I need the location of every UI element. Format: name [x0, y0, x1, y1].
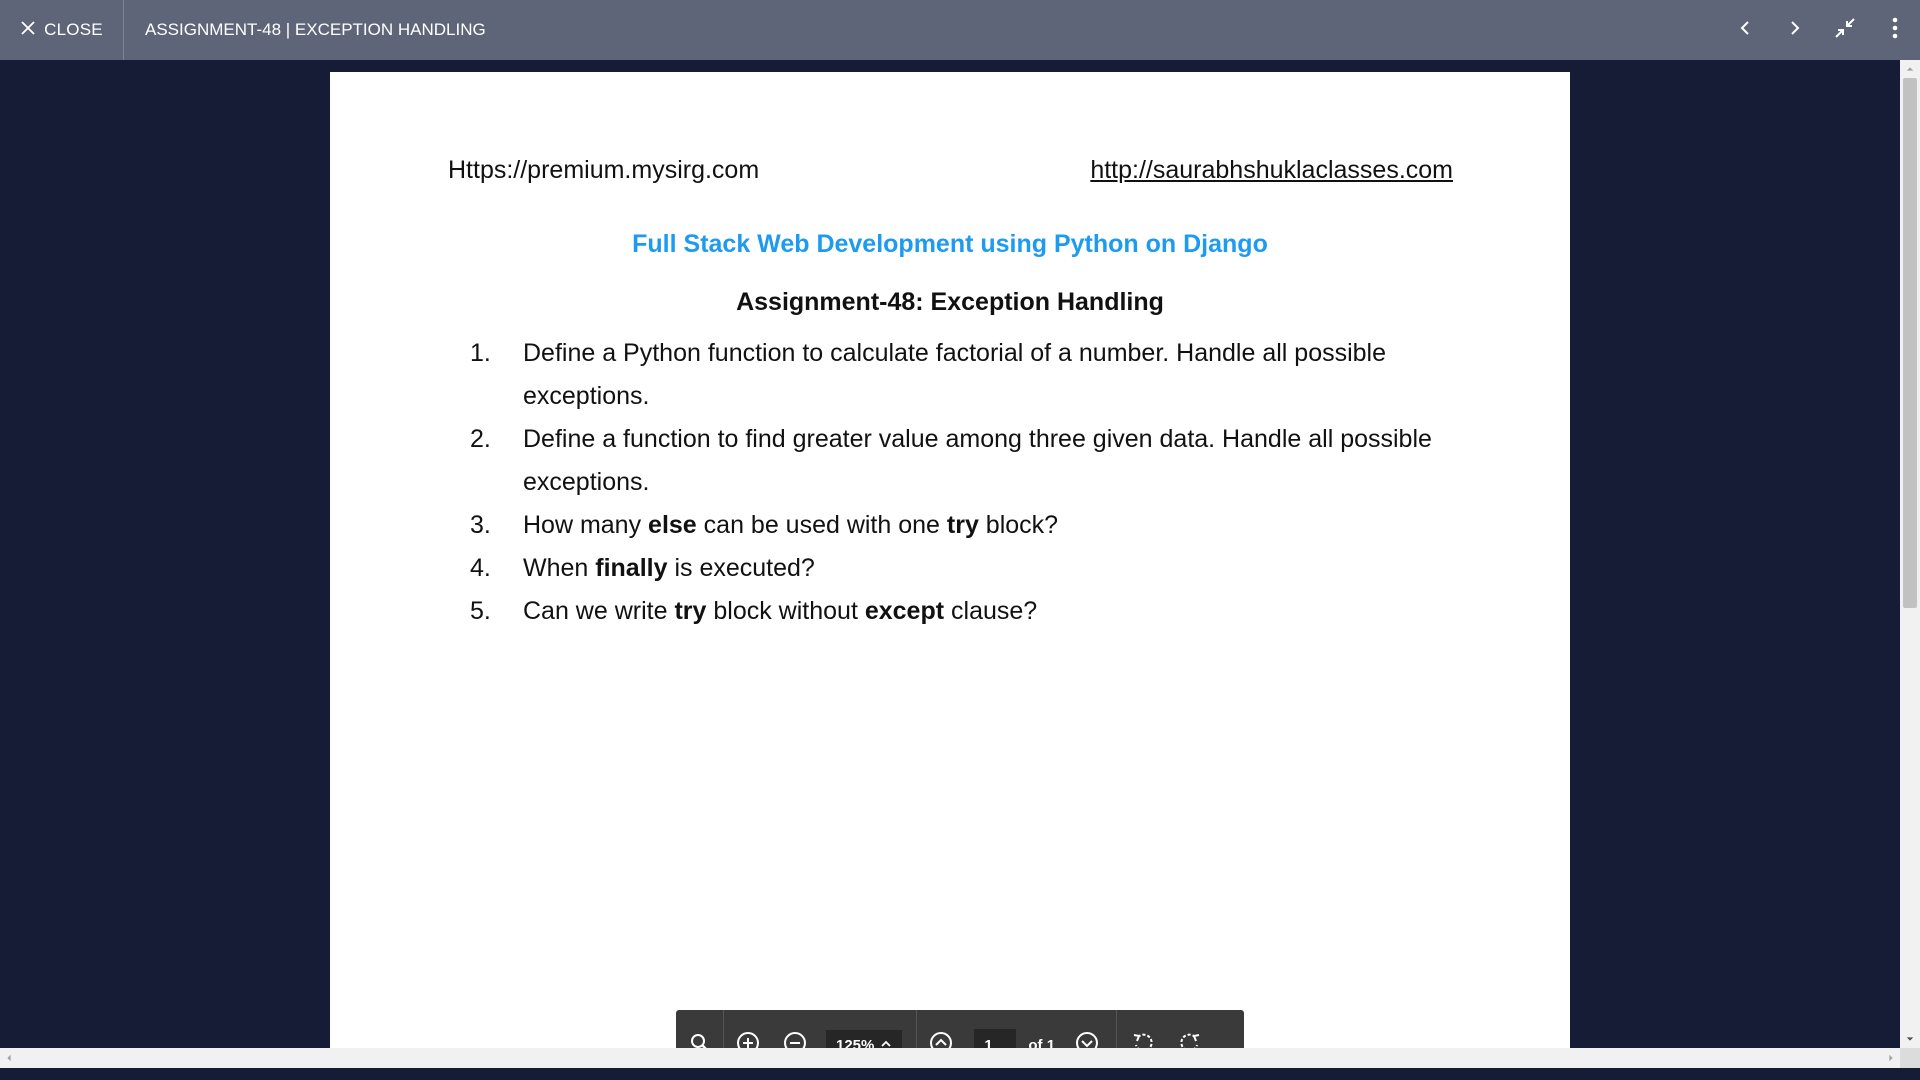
more-options-button[interactable]: [1870, 0, 1920, 60]
question-list: 1. Define a Python function to calculate …: [448, 332, 1458, 633]
question-number: 2.: [470, 425, 491, 453]
question-item: 5. Can we write try block without except …: [448, 590, 1458, 633]
page-total-label: of 1: [1028, 1036, 1056, 1049]
question-item: 3. How many else can be used with one try…: [448, 504, 1458, 547]
question-item: 2. Define a function to find greater valu…: [448, 418, 1458, 504]
question-number: 3.: [470, 511, 491, 539]
question-number: 5.: [470, 597, 491, 625]
chevron-up-icon: [880, 1037, 892, 1049]
question-text: Can we write: [523, 597, 675, 625]
more-vertical-icon: [1884, 17, 1906, 44]
document-title: ASSIGNMENT-48 | EXCEPTION HANDLING: [145, 20, 486, 39]
scrollbar-corner: [1900, 1048, 1920, 1068]
previous-button[interactable]: [1720, 0, 1770, 60]
rotate-clockwise-button[interactable]: [1166, 1010, 1213, 1048]
top-actions: [1720, 0, 1920, 60]
scroll-right-arrow-icon[interactable]: [1882, 1048, 1900, 1068]
zoom-in-button[interactable]: [724, 1010, 771, 1048]
scroll-down-arrow-icon[interactable]: [1900, 1030, 1920, 1048]
top-bar: CLOSE ASSIGNMENT-48 | EXCEPTION HANDLING: [0, 0, 1920, 60]
vertical-scroll-thumb[interactable]: [1903, 78, 1917, 608]
header-left-url: Https://premium.mysirg.com: [448, 156, 760, 184]
minimize-icon: [1834, 17, 1856, 44]
chevron-right-icon: [1784, 17, 1806, 44]
question-text: When: [523, 554, 596, 582]
assignment-title: Assignment-48: Exception Handling: [736, 288, 1164, 316]
question-text: can be used with one: [696, 511, 947, 539]
search-button[interactable]: [676, 1010, 723, 1048]
question-keyword: try: [674, 597, 707, 625]
question-item: 1. Define a Python function to calculate …: [448, 332, 1458, 418]
vertical-scrollbar[interactable]: [1900, 60, 1920, 1048]
page-number-input[interactable]: [974, 1029, 1017, 1048]
arrow-up-circle-icon: [929, 1031, 953, 1048]
search-icon: [688, 1031, 712, 1048]
exit-fullscreen-button[interactable]: [1820, 0, 1870, 60]
question-text: How many: [523, 511, 649, 539]
question-keyword: else: [648, 511, 697, 539]
header-right-link[interactable]: http://saurabhshuklaclasses.com: [1090, 156, 1453, 185]
bottom-strip: [0, 1068, 1920, 1080]
horizontal-scrollbar[interactable]: [0, 1048, 1900, 1068]
question-keyword: except: [864, 597, 945, 625]
question-item: 4. When finally is executed?: [448, 547, 1458, 590]
question-text: block without: [706, 597, 865, 625]
question-text: block?: [978, 511, 1059, 539]
rotate-counterclockwise-button[interactable]: [1119, 1010, 1166, 1048]
question-keyword: finally: [595, 554, 668, 582]
next-page-button[interactable]: [1063, 1010, 1110, 1048]
course-title: Full Stack Web Development using Python …: [632, 230, 1268, 258]
zoom-out-icon: [783, 1031, 807, 1048]
question-text: clause?: [944, 597, 1038, 625]
chevron-left-icon: [1734, 17, 1756, 44]
zoom-in-icon: [736, 1031, 760, 1048]
question-text: is executed?: [667, 554, 815, 582]
zoom-out-button[interactable]: [771, 1010, 818, 1048]
rotate-left-icon: [1131, 1031, 1155, 1048]
scroll-left-arrow-icon[interactable]: [0, 1048, 18, 1068]
scroll-up-arrow-icon[interactable]: [1900, 60, 1920, 78]
close-button[interactable]: CLOSE: [0, 0, 124, 60]
question-text: Define a Python function to calculate fa…: [523, 339, 1387, 410]
close-icon: [20, 20, 36, 41]
zoom-level-value: 125%: [836, 1036, 875, 1049]
question-number: 4.: [470, 554, 491, 582]
rotate-right-icon: [1178, 1031, 1202, 1048]
question-number: 1.: [470, 339, 491, 367]
question-text: Define a function to find greater value …: [523, 425, 1432, 496]
document-page: Https://premium.mysirg.com http://saurab…: [330, 72, 1570, 1048]
arrow-down-circle-icon: [1075, 1031, 1099, 1048]
question-keyword: try: [946, 511, 979, 539]
next-button[interactable]: [1770, 0, 1820, 60]
viewer-toolbar: 125% of 1: [676, 1010, 1244, 1048]
close-label: CLOSE: [44, 20, 103, 39]
toolbar-divider: [1116, 1010, 1118, 1048]
zoom-level-select[interactable]: 125%: [826, 1030, 903, 1049]
previous-page-button[interactable]: [917, 1010, 964, 1048]
document-viewer: Https://premium.mysirg.com http://saurab…: [0, 60, 1900, 1048]
